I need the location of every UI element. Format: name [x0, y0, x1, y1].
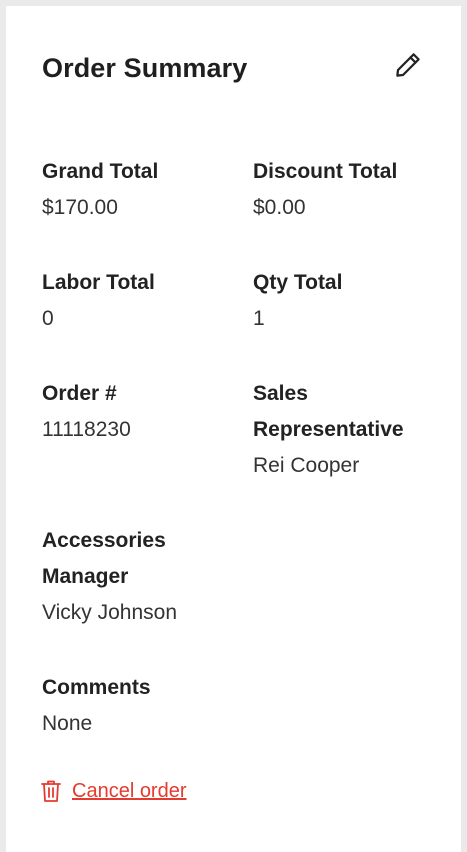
sales-rep-field: Sales Representative Rei Cooper: [253, 376, 453, 484]
sales-rep-label-line2: Representative: [253, 418, 404, 441]
cancel-order-label[interactable]: Cancel order: [72, 776, 187, 806]
accessories-manager-value: Vicky Johnson: [42, 601, 178, 624]
grand-total-field: Grand Total $170.00: [42, 154, 242, 226]
edit-button[interactable]: [393, 48, 427, 82]
accessories-manager-label-line1: Accessories: [42, 529, 166, 552]
qty-total-value: 1: [253, 307, 265, 330]
labor-total-label: Labor Total: [42, 271, 155, 294]
labor-total-value: 0: [42, 307, 54, 330]
order-number-label: Order #: [42, 382, 117, 405]
comments-field: Comments None: [42, 670, 242, 742]
pencil-icon: [393, 50, 427, 80]
sales-rep-label-line1: Sales: [253, 382, 308, 405]
accessories-manager-label-line2: Manager: [42, 565, 129, 588]
discount-total-field: Discount Total $0.00: [253, 154, 453, 226]
discount-total-label: Discount Total: [253, 160, 398, 183]
accessories-manager-field: Accessories Manager Vicky Johnson: [42, 523, 242, 631]
grand-total-label: Grand Total: [42, 160, 159, 183]
cancel-order-button[interactable]: Cancel order: [40, 776, 187, 806]
card-header: Order Summary: [42, 50, 425, 90]
qty-total-label: Qty Total: [253, 271, 343, 294]
trash-icon: [40, 779, 62, 803]
discount-total-value: $0.00: [253, 196, 306, 219]
labor-total-field: Labor Total 0: [42, 265, 242, 337]
comments-label: Comments: [42, 676, 151, 699]
comments-value: None: [42, 712, 93, 735]
order-number-value: 11118230: [42, 418, 131, 441]
order-number-field: Order # 11118230: [42, 376, 242, 448]
page-title: Order Summary: [42, 53, 248, 83]
sales-rep-value: Rei Cooper: [253, 454, 360, 477]
grand-total-value: $170.00: [42, 196, 118, 219]
order-summary-card: Order Summary Grand Total $170.00 Discou…: [6, 6, 461, 852]
qty-total-field: Qty Total 1: [253, 265, 453, 337]
